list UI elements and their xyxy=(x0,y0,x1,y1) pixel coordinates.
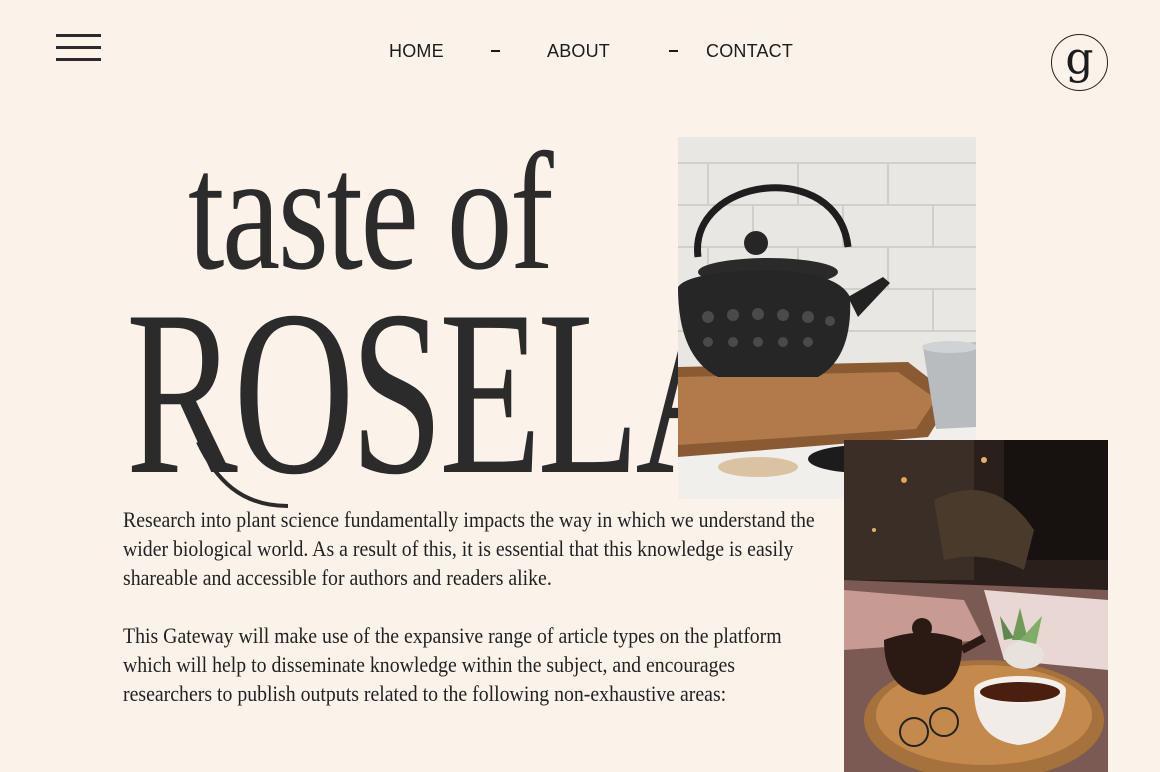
hero-title-line2: ROSELA xyxy=(126,263,756,524)
nav-separator xyxy=(669,50,678,52)
title-swash-decoration xyxy=(196,441,289,508)
nav-home[interactable]: HOME xyxy=(389,41,444,62)
intro-paragraph: Research into plant science fundamentall… xyxy=(123,507,815,590)
gateway-paragraph: This Gateway will make use of the expans… xyxy=(123,623,782,706)
brand-logo[interactable]: g xyxy=(1051,33,1108,91)
logo-letter: g xyxy=(1065,33,1094,84)
hamburger-menu-icon[interactable] xyxy=(56,34,101,64)
nav-contact[interactable]: CONTACT xyxy=(706,41,793,62)
tea-cup-photo xyxy=(844,440,1108,772)
nav-separator xyxy=(491,50,500,52)
nav-about[interactable]: ABOUT xyxy=(547,41,610,62)
